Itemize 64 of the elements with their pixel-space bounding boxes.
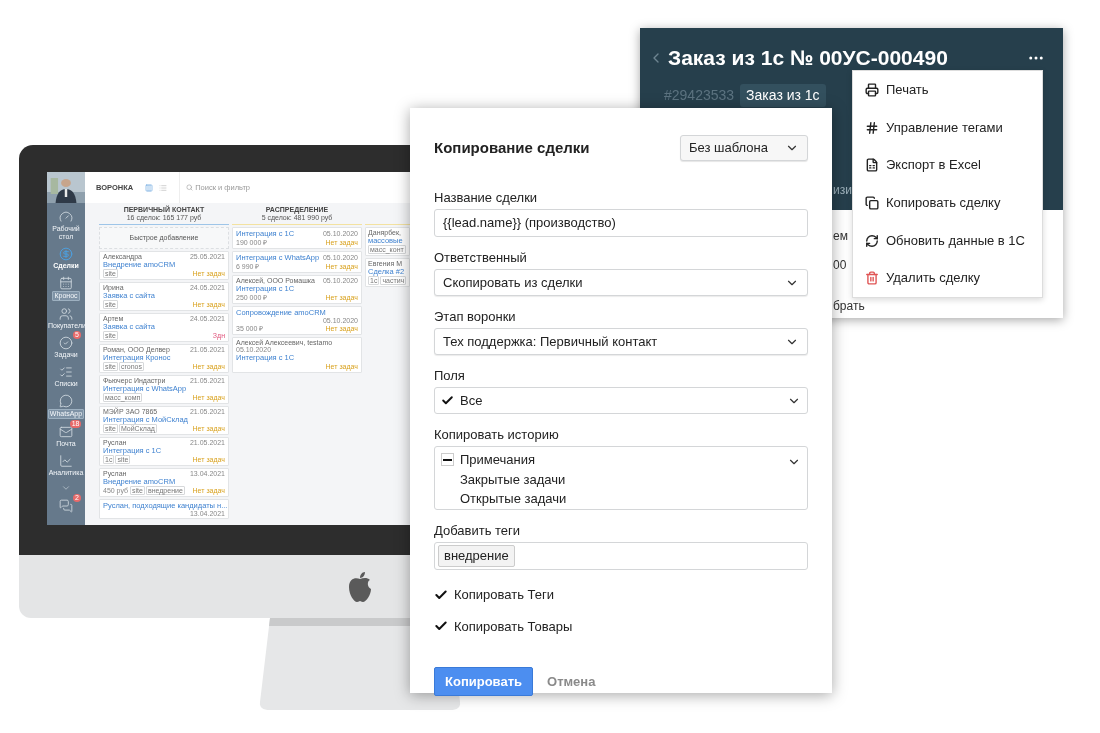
trash-icon [865,271,879,286]
menu-item-label: Управление тегами [886,118,1003,137]
check-icon[interactable] [441,394,454,407]
search-icon [186,184,194,191]
deal-title: Заказ из 1с № 00УС-000490 [668,45,948,71]
checkbox-label[interactable]: Копировать Теги [454,585,555,605]
menu-item-label: Обновить данные в 1С [886,231,1025,250]
menu-item[interactable]: Удалить сделку [853,259,1042,298]
check-circle-icon[interactable] [59,336,73,350]
field-label: Добавить теги [434,523,522,539]
tags-field[interactable]: внедрение [434,542,808,570]
menu-item-label: Копировать сделку [886,194,1001,213]
multi-select-field[interactable]: Примечания Закрытые задачи Открытые задачи [434,446,808,510]
chat-bubbles-icon[interactable] [59,499,73,513]
hash-icon [865,120,879,135]
chevron-down-icon[interactable] [61,483,71,493]
text-fragment: 00 [833,258,847,273]
field-label: Ответственный [434,250,528,266]
option-label[interactable]: Закрытые задачи [460,469,566,489]
menu-item[interactable]: Обновить данные в 1С [853,221,1042,260]
tag-chip[interactable]: внедрение [438,545,515,567]
menu-item-label: Печать [886,81,929,100]
menu-item-label: Экспорт в Excel [886,156,981,175]
people-icon[interactable] [59,307,73,321]
text-field[interactable]: {{lead.name}} (производство) [434,209,808,237]
dialog-title: Копирование сделки [434,137,590,158]
menu-item[interactable]: Копировать сделку [853,184,1042,222]
field-label: Поля [434,368,466,384]
checkbox[interactable] [441,453,454,467]
menu-item[interactable]: Управление тегами [853,108,1042,147]
copy-button[interactable]: Копировать [434,667,533,696]
select-field[interactable]: Тех поддержка: Первичный контакт [434,328,808,355]
cancel-button[interactable]: Отмена [545,667,598,696]
field-label: Название сделки [434,190,539,206]
option-label[interactable]: Примечания [460,450,536,470]
template-select[interactable]: Без шаблона [680,135,808,161]
list-view-icon[interactable] [159,183,168,192]
deal-tag: Заказ из 1с [740,83,826,107]
refresh-icon [865,233,879,248]
print-icon [865,82,879,97]
menu-item-label: Удалить сделку [886,269,981,288]
list-icon[interactable] [59,365,73,379]
text-fragment: изи [833,183,852,198]
option-label[interactable]: Открытые задачи [460,489,567,509]
chart-icon[interactable] [59,454,73,468]
columns-view-icon[interactable] [145,183,154,192]
select-field[interactable]: Скопировать из сделки [434,269,808,296]
copy-icon [865,195,879,210]
field-label: Копировать историю [434,427,560,443]
menu-item[interactable]: Печать [853,71,1042,109]
spreadsheet-icon [865,158,879,173]
menu-item[interactable]: Экспорт в Excel [853,146,1042,184]
check-icon[interactable] [434,587,448,602]
select-field[interactable]: Все [434,387,808,414]
checkbox-label[interactable]: Копировать Товары [454,616,573,636]
text-fragment: ем [833,229,848,244]
mail-icon[interactable] [59,425,73,439]
logo-icon [346,570,374,603]
coin-icon[interactable] [59,247,73,261]
chat-icon[interactable] [59,394,73,408]
calendar-icon[interactable] [59,276,73,290]
field-label: Этап воронки [434,309,517,325]
text-fragment: брать [833,299,865,314]
gauge-icon[interactable] [59,210,73,224]
